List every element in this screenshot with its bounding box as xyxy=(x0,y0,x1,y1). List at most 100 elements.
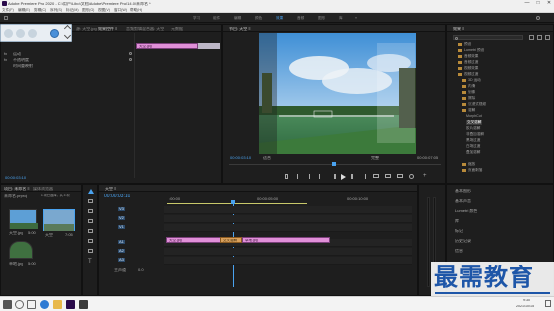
effects-panel-title[interactable]: 效果 ≡ xyxy=(453,27,464,31)
project-item-thumb[interactable] xyxy=(9,209,38,229)
workspace-effects[interactable]: 效果 xyxy=(276,16,283,21)
tool-icon[interactable] xyxy=(4,29,13,38)
record-icon[interactable] xyxy=(50,29,59,38)
effects-item-zoom[interactable]: 缩放 xyxy=(462,162,475,167)
timeline-clip[interactable]: 草地.jpg xyxy=(242,237,330,243)
timeline-tab[interactable]: 天空 ≡ xyxy=(105,187,116,191)
go-to-out-icon[interactable] xyxy=(361,174,366,179)
add-marker-icon[interactable] xyxy=(285,174,288,179)
search-icon[interactable] xyxy=(536,16,540,20)
app-icon[interactable] xyxy=(79,300,88,309)
notification-icon[interactable] xyxy=(545,300,551,307)
task-view-icon[interactable] xyxy=(27,300,36,309)
effects-item-wipe[interactable]: 擦除 xyxy=(462,96,475,101)
hand-icon[interactable] xyxy=(88,249,93,253)
minimize-button[interactable]: — xyxy=(522,0,532,7)
effects-item-lumetri[interactable]: Lumetri 预设 xyxy=(458,48,484,53)
track-header-a1[interactable]: A1 xyxy=(118,240,125,244)
timeline-clip[interactable]: 天空.jpg xyxy=(166,237,226,243)
track-lane-a2[interactable] xyxy=(164,248,412,256)
effects-item-non-additive[interactable]: 非叠加溶解 xyxy=(466,132,484,137)
close-button[interactable]: ✕ xyxy=(544,0,554,7)
reset-icon[interactable] xyxy=(129,58,132,61)
add-button-icon[interactable]: + xyxy=(423,173,427,179)
tab-media-browser[interactable]: 媒体浏览器 xyxy=(33,187,53,191)
start-icon[interactable] xyxy=(3,300,12,309)
search-icon[interactable] xyxy=(15,300,24,309)
effects-item-additive[interactable]: 叠加溶解 xyxy=(466,150,480,155)
work-area-bar[interactable] xyxy=(167,203,307,204)
chevron-down-icon[interactable] xyxy=(63,31,72,40)
effects-item-audio-transitions[interactable]: 音频过渡 xyxy=(458,60,478,65)
home-icon[interactable] xyxy=(4,16,8,20)
effects-item-3d-motion[interactable]: 3D 运动 xyxy=(462,78,481,83)
timeline-transition[interactable]: 交叉溶解 xyxy=(220,237,242,243)
effect-time-remap[interactable]: 时间重映射 xyxy=(13,64,33,68)
extract-icon[interactable] xyxy=(385,174,391,178)
effects-item-slide[interactable]: 内滑 xyxy=(462,84,475,89)
effects-item-video-transitions[interactable]: 视频过渡 xyxy=(458,72,478,77)
track-lane-v1[interactable] xyxy=(164,224,412,232)
track-lane-v3[interactable] xyxy=(164,206,412,214)
tab-audio-mixer[interactable]: 音频剪辑混合器: 天空 xyxy=(126,27,164,31)
workspace-editing[interactable]: 编辑 xyxy=(234,16,241,21)
mark-out-icon[interactable] xyxy=(307,174,310,179)
workspace-more[interactable]: » xyxy=(355,16,357,20)
track-header-v1[interactable]: V1 xyxy=(118,225,125,229)
step-back-icon[interactable] xyxy=(331,174,336,179)
workspace-color[interactable]: 颜色 xyxy=(255,16,262,21)
playhead-marker[interactable] xyxy=(332,162,336,166)
tab-metadata[interactable]: 元数据 xyxy=(171,27,183,31)
effects-item-video-effects[interactable]: 视频效果 xyxy=(458,66,478,71)
workspace-assembly[interactable]: 组件 xyxy=(213,16,220,21)
effects-search-input[interactable] xyxy=(453,35,523,40)
selection-tool-icon[interactable] xyxy=(88,189,94,194)
new-bin-icon[interactable] xyxy=(537,35,542,40)
track-header-a3[interactable]: A3 xyxy=(118,258,125,262)
effects-item-dissolve[interactable]: 溶解 xyxy=(462,108,475,113)
panel-history[interactable]: 历史记录 xyxy=(455,239,471,243)
track-lane-v2[interactable] xyxy=(164,215,412,223)
tab-effect-controls[interactable]: 效果控件 ≡ xyxy=(98,27,117,31)
effects-item-dip-white[interactable]: 白场过渡 xyxy=(466,144,480,149)
file-explorer-icon[interactable] xyxy=(53,300,62,309)
browser-icon[interactable] xyxy=(40,300,49,309)
fit-dropdown[interactable]: 适合 xyxy=(263,156,271,160)
effects-item-audio-effects[interactable]: 音频效果 xyxy=(458,54,478,59)
effects-item-iris[interactable]: 划像 xyxy=(462,90,475,95)
new-bin-icon[interactable] xyxy=(545,35,550,40)
track-lane-a3[interactable] xyxy=(164,257,412,265)
panel-markers[interactable]: 标记 xyxy=(455,229,463,233)
effects-item-immersive[interactable]: 沉浸式视频 xyxy=(462,102,486,107)
timeline-timecode[interactable]: 00:00:03:10 xyxy=(104,194,130,199)
new-bin-icon[interactable] xyxy=(529,35,534,40)
mark-in-icon[interactable] xyxy=(297,174,300,179)
effect-motion[interactable]: 运动 xyxy=(13,52,21,56)
reset-icon[interactable] xyxy=(129,52,132,55)
tab-source[interactable]: 源: 天空.jpg xyxy=(76,27,97,31)
panel-essential-graphics[interactable]: 基本图形 xyxy=(455,189,471,193)
panel-libraries[interactable]: 库 xyxy=(455,219,459,223)
maximize-button[interactable]: □ xyxy=(533,0,543,7)
effects-item-page-peel[interactable]: 页面剥落 xyxy=(462,168,482,173)
track-select-icon[interactable] xyxy=(88,199,93,203)
step-forward-icon[interactable] xyxy=(351,174,356,179)
effect-opacity[interactable]: 不透明度 xyxy=(13,58,29,62)
effects-item-film-dissolve[interactable]: 胶片溶解 xyxy=(466,126,480,131)
effects-item-presets[interactable]: 预设 xyxy=(458,42,471,47)
effects-item-cross-dissolve[interactable]: 交叉溶解 xyxy=(466,120,483,125)
premiere-pro-icon[interactable] xyxy=(66,300,75,309)
panel-essential-sound[interactable]: 基本声音 xyxy=(455,199,471,203)
track-header-v3[interactable]: V3 xyxy=(118,207,125,211)
settings-icon[interactable] xyxy=(409,174,414,179)
track-header-v2[interactable]: V2 xyxy=(118,216,125,220)
workspace-graphics[interactable]: 图形 xyxy=(318,16,325,21)
quality-dropdown[interactable]: 完整 xyxy=(371,156,379,160)
master-track-value[interactable]: 0.0 xyxy=(138,268,144,272)
go-to-in-icon[interactable] xyxy=(319,174,324,179)
tool-icon[interactable] xyxy=(16,29,25,38)
project-item-thumb-selected[interactable] xyxy=(43,209,75,231)
tool-icon[interactable] xyxy=(28,29,37,38)
workspace-audio[interactable]: 音频 xyxy=(297,16,304,21)
tab-project[interactable]: 项目: 未命名 ≡ xyxy=(4,187,30,191)
